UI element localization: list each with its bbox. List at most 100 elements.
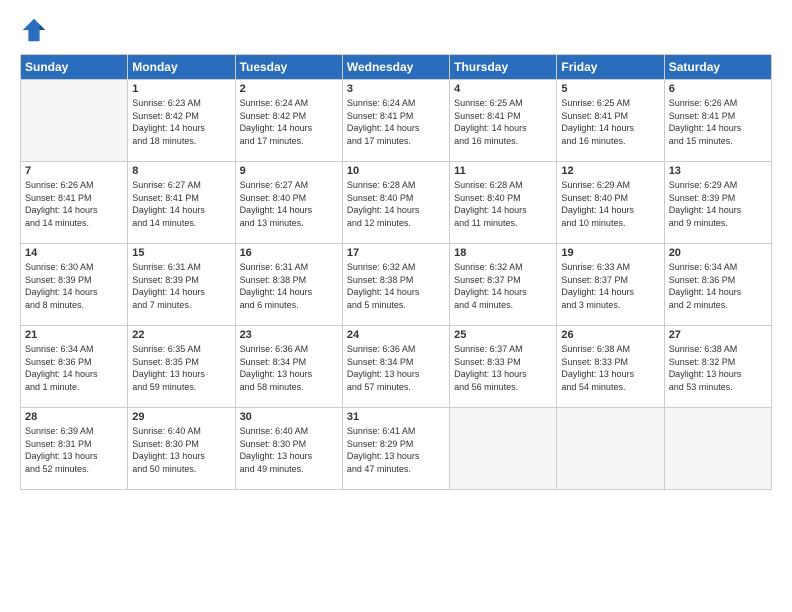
day-info: Sunrise: 6:34 AM Sunset: 8:36 PM Dayligh… — [669, 261, 767, 311]
day-info: Sunrise: 6:41 AM Sunset: 8:29 PM Dayligh… — [347, 425, 445, 475]
calendar-cell: 12 Sunrise: 6:29 AM Sunset: 8:40 PM Dayli… — [557, 162, 664, 244]
calendar-cell: 15 Sunrise: 6:31 AM Sunset: 8:39 PM Dayli… — [128, 244, 235, 326]
day-info: Sunrise: 6:29 AM Sunset: 8:39 PM Dayligh… — [669, 179, 767, 229]
day-number: 4 — [454, 83, 552, 95]
day-number: 14 — [25, 247, 123, 259]
day-info: Sunrise: 6:31 AM Sunset: 8:39 PM Dayligh… — [132, 261, 230, 311]
calendar-cell: 30 Sunrise: 6:40 AM Sunset: 8:30 PM Dayli… — [235, 408, 342, 490]
day-number: 31 — [347, 411, 445, 423]
day-number: 7 — [25, 165, 123, 177]
day-info: Sunrise: 6:28 AM Sunset: 8:40 PM Dayligh… — [454, 179, 552, 229]
calendar-cell — [450, 408, 557, 490]
day-number: 15 — [132, 247, 230, 259]
day-number: 25 — [454, 329, 552, 341]
calendar-week-row: 7Sunrise: 6:26 AM Sunset: 8:41 PM Daylig… — [21, 162, 772, 244]
day-number: 27 — [669, 329, 767, 341]
day-number: 22 — [132, 329, 230, 341]
day-number: 10 — [347, 165, 445, 177]
day-info: Sunrise: 6:27 AM Sunset: 8:41 PM Dayligh… — [132, 179, 230, 229]
day-info: Sunrise: 6:39 AM Sunset: 8:31 PM Dayligh… — [25, 425, 123, 475]
day-number: 1 — [132, 83, 230, 95]
day-info: Sunrise: 6:40 AM Sunset: 8:30 PM Dayligh… — [240, 425, 338, 475]
day-info: Sunrise: 6:31 AM Sunset: 8:38 PM Dayligh… — [240, 261, 338, 311]
day-number: 12 — [561, 165, 659, 177]
calendar-cell: 7Sunrise: 6:26 AM Sunset: 8:41 PM Daylig… — [21, 162, 128, 244]
calendar-cell: 24 Sunrise: 6:36 AM Sunset: 8:34 PM Dayli… — [342, 326, 449, 408]
calendar-cell: 28 Sunrise: 6:39 AM Sunset: 8:31 PM Dayli… — [21, 408, 128, 490]
day-info: Sunrise: 6:34 AM Sunset: 8:36 PM Dayligh… — [25, 343, 123, 393]
calendar-cell: 13 Sunrise: 6:29 AM Sunset: 8:39 PM Dayli… — [664, 162, 771, 244]
calendar-cell: 16 Sunrise: 6:31 AM Sunset: 8:38 PM Dayli… — [235, 244, 342, 326]
calendar-cell: 14 Sunrise: 6:30 AM Sunset: 8:39 PM Dayli… — [21, 244, 128, 326]
day-info: Sunrise: 6:38 AM Sunset: 8:32 PM Dayligh… — [669, 343, 767, 393]
calendar-header-cell: Wednesday — [342, 55, 449, 80]
day-info: Sunrise: 6:29 AM Sunset: 8:40 PM Dayligh… — [561, 179, 659, 229]
day-number: 21 — [25, 329, 123, 341]
day-number: 18 — [454, 247, 552, 259]
calendar-cell: 9Sunrise: 6:27 AM Sunset: 8:40 PM Daylig… — [235, 162, 342, 244]
logo — [20, 16, 52, 44]
calendar-cell: 20Sunrise: 6:34 AM Sunset: 8:36 PM Dayli… — [664, 244, 771, 326]
calendar-cell: 3 Sunrise: 6:24 AM Sunset: 8:41 PM Daylig… — [342, 80, 449, 162]
day-info: Sunrise: 6:23 AM Sunset: 8:42 PM Dayligh… — [132, 97, 230, 147]
day-info: Sunrise: 6:36 AM Sunset: 8:34 PM Dayligh… — [240, 343, 338, 393]
day-info: Sunrise: 6:24 AM Sunset: 8:41 PM Dayligh… — [347, 97, 445, 147]
calendar-week-row: 14 Sunrise: 6:30 AM Sunset: 8:39 PM Dayli… — [21, 244, 772, 326]
day-number: 11 — [454, 165, 552, 177]
day-number: 29 — [132, 411, 230, 423]
calendar-week-row: 28 Sunrise: 6:39 AM Sunset: 8:31 PM Dayli… — [21, 408, 772, 490]
calendar-cell: 11 Sunrise: 6:28 AM Sunset: 8:40 PM Dayli… — [450, 162, 557, 244]
logo-icon — [20, 16, 48, 44]
calendar-header-cell: Sunday — [21, 55, 128, 80]
day-number: 3 — [347, 83, 445, 95]
day-info: Sunrise: 6:25 AM Sunset: 8:41 PM Dayligh… — [454, 97, 552, 147]
day-number: 24 — [347, 329, 445, 341]
calendar-header-cell: Saturday — [664, 55, 771, 80]
page: SundayMondayTuesdayWednesdayThursdayFrid… — [0, 0, 792, 612]
calendar-cell: 26Sunrise: 6:38 AM Sunset: 8:33 PM Dayli… — [557, 326, 664, 408]
calendar-week-row: 21 Sunrise: 6:34 AM Sunset: 8:36 PM Dayli… — [21, 326, 772, 408]
calendar-cell: 6 Sunrise: 6:26 AM Sunset: 8:41 PM Daylig… — [664, 80, 771, 162]
day-info: Sunrise: 6:37 AM Sunset: 8:33 PM Dayligh… — [454, 343, 552, 393]
day-info: Sunrise: 6:30 AM Sunset: 8:39 PM Dayligh… — [25, 261, 123, 311]
calendar-cell — [664, 408, 771, 490]
day-info: Sunrise: 6:38 AM Sunset: 8:33 PM Dayligh… — [561, 343, 659, 393]
day-number: 28 — [25, 411, 123, 423]
day-number: 19 — [561, 247, 659, 259]
calendar-header-cell: Thursday — [450, 55, 557, 80]
calendar-header-cell: Monday — [128, 55, 235, 80]
calendar-cell: 22 Sunrise: 6:35 AM Sunset: 8:35 PM Dayli… — [128, 326, 235, 408]
day-number: 6 — [669, 83, 767, 95]
day-number: 30 — [240, 411, 338, 423]
day-number: 9 — [240, 165, 338, 177]
calendar-cell: 27 Sunrise: 6:38 AM Sunset: 8:32 PM Dayli… — [664, 326, 771, 408]
calendar-cell: 19 Sunrise: 6:33 AM Sunset: 8:37 PM Dayli… — [557, 244, 664, 326]
calendar-header-row: SundayMondayTuesdayWednesdayThursdayFrid… — [21, 55, 772, 80]
day-number: 13 — [669, 165, 767, 177]
calendar-cell: 25 Sunrise: 6:37 AM Sunset: 8:33 PM Dayli… — [450, 326, 557, 408]
day-number: 2 — [240, 83, 338, 95]
calendar-header-cell: Tuesday — [235, 55, 342, 80]
calendar-cell: 18 Sunrise: 6:32 AM Sunset: 8:37 PM Dayli… — [450, 244, 557, 326]
calendar-cell: 29Sunrise: 6:40 AM Sunset: 8:30 PM Dayli… — [128, 408, 235, 490]
calendar-cell: 5Sunrise: 6:25 AM Sunset: 8:41 PM Daylig… — [557, 80, 664, 162]
day-number: 17 — [347, 247, 445, 259]
day-number: 5 — [561, 83, 659, 95]
calendar-week-row: 1 Sunrise: 6:23 AM Sunset: 8:42 PM Daylig… — [21, 80, 772, 162]
day-number: 23 — [240, 329, 338, 341]
calendar-header-cell: Friday — [557, 55, 664, 80]
header — [20, 16, 772, 44]
calendar-cell: 2 Sunrise: 6:24 AM Sunset: 8:42 PM Daylig… — [235, 80, 342, 162]
day-info: Sunrise: 6:26 AM Sunset: 8:41 PM Dayligh… — [669, 97, 767, 147]
day-info: Sunrise: 6:33 AM Sunset: 8:37 PM Dayligh… — [561, 261, 659, 311]
day-info: Sunrise: 6:36 AM Sunset: 8:34 PM Dayligh… — [347, 343, 445, 393]
calendar-cell — [557, 408, 664, 490]
calendar-cell — [21, 80, 128, 162]
calendar-cell: 8Sunrise: 6:27 AM Sunset: 8:41 PM Daylig… — [128, 162, 235, 244]
calendar-table: SundayMondayTuesdayWednesdayThursdayFrid… — [20, 54, 772, 490]
day-info: Sunrise: 6:32 AM Sunset: 8:37 PM Dayligh… — [454, 261, 552, 311]
day-info: Sunrise: 6:35 AM Sunset: 8:35 PM Dayligh… — [132, 343, 230, 393]
day-number: 16 — [240, 247, 338, 259]
day-info: Sunrise: 6:24 AM Sunset: 8:42 PM Dayligh… — [240, 97, 338, 147]
calendar-cell: 17Sunrise: 6:32 AM Sunset: 8:38 PM Dayli… — [342, 244, 449, 326]
